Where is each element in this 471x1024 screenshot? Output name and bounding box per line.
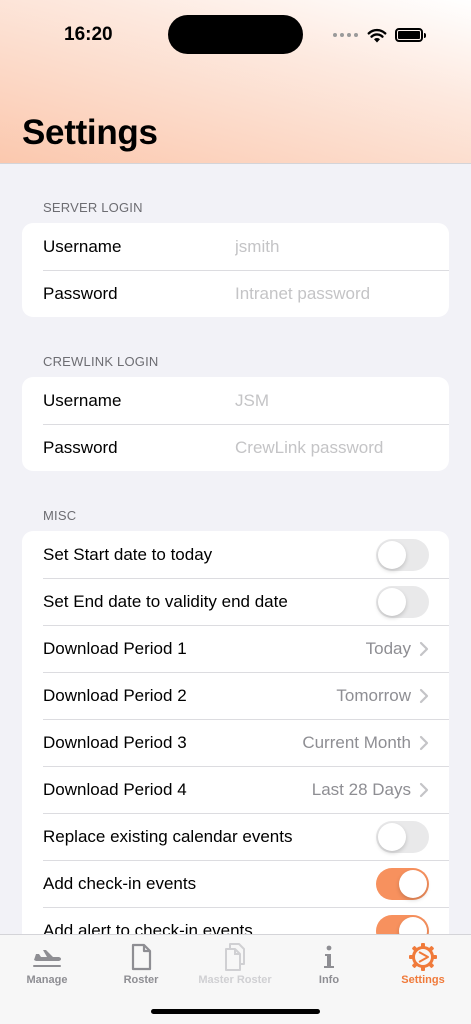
settings-list[interactable]: SERVER LOGIN Username Password CREWLINK … [0,165,471,934]
server-login-group: Username Password [22,223,449,317]
page-title: Settings [22,113,158,152]
add-checkin-events-row[interactable]: Add check-in events [22,860,449,907]
end-date-validity-toggle[interactable] [376,585,429,618]
crewlink-username-row[interactable]: Username [22,377,449,424]
dynamic-island [168,15,303,54]
misc-group: Set Start date to today Set End date to … [22,531,449,934]
tab-info-label: Info [318,974,340,986]
tab-manage-label: Manage [26,974,68,986]
documents-icon [225,943,245,971]
add-checkin-alert-toggle[interactable] [376,914,429,934]
section-header-server-login: SERVER LOGIN [43,200,143,215]
add-checkin-events-label: Add check-in events [43,873,197,893]
download-period-1-label: Download Period 1 [43,638,187,658]
airplane-icon [33,950,61,967]
download-period-1-value: Today [365,638,411,658]
replace-calendar-events-row[interactable]: Replace existing calendar events [22,813,449,860]
server-password-row[interactable]: Password [22,270,449,317]
download-period-2-label: Download Period 2 [43,685,187,705]
replace-calendar-events-toggle[interactable] [376,820,429,853]
server-password-label: Password [43,283,118,303]
tab-info[interactable]: Info [282,935,376,991]
download-period-2-row[interactable]: Download Period 2 Tomorrow [22,672,449,719]
status-indicators [333,24,426,46]
section-header-misc: MISC [43,508,77,523]
add-checkin-events-toggle[interactable] [376,867,429,900]
crewlink-password-row[interactable]: Password [22,424,449,471]
end-date-validity-row[interactable]: Set End date to validity end date [22,578,449,625]
add-checkin-alert-label: Add alert to check-in events [43,920,253,935]
download-period-3-row[interactable]: Download Period 3 Current Month [22,719,449,766]
add-checkin-alert-row[interactable]: Add alert to check-in events [22,907,449,934]
start-date-today-label: Set Start date to today [43,544,213,564]
tab-settings-label: Settings [401,974,445,986]
tab-settings[interactable]: Settings [376,935,470,991]
cellular-signal-icon [333,33,358,37]
download-period-3-value: Current Month [302,732,411,752]
battery-icon [395,28,426,42]
tab-master-roster[interactable]: Master Roster [188,935,282,991]
wifi-icon [367,28,387,42]
download-period-4-label: Download Period 4 [43,779,187,799]
chevron-right-icon [419,782,429,797]
start-date-today-toggle[interactable] [376,538,429,571]
tab-master-roster-label: Master Roster [198,974,272,986]
download-period-4-value: Last 28 Days [311,779,411,799]
chevron-right-icon [419,688,429,703]
crewlink-username-input[interactable] [235,377,439,424]
crewlink-login-group: Username Password [22,377,449,471]
end-date-validity-label: Set End date to validity end date [43,591,288,611]
status-time: 16:20 [64,24,113,45]
download-period-1-row[interactable]: Download Period 1 Today [22,625,449,672]
crewlink-password-input[interactable] [235,424,439,471]
info-icon [324,945,334,968]
document-icon [131,943,152,971]
tab-roster[interactable]: Roster [94,935,188,991]
start-date-today-row[interactable]: Set Start date to today [22,531,449,578]
server-username-input[interactable] [235,223,439,270]
server-username-label: Username [43,236,122,256]
home-indicator[interactable] [151,1009,320,1014]
tab-manage[interactable]: Manage [0,935,94,991]
crewlink-password-label: Password [43,437,118,457]
server-username-row[interactable]: Username [22,223,449,270]
chevron-right-icon [419,641,429,656]
gear-icon [409,943,437,971]
download-period-3-label: Download Period 3 [43,732,187,752]
navigation-header: 16:20 Settings [0,0,471,164]
download-period-4-row[interactable]: Download Period 4 Last 28 Days [22,766,449,813]
crewlink-username-label: Username [43,390,122,410]
tab-roster-label: Roster [123,974,159,986]
server-password-input[interactable] [235,270,439,317]
chevron-right-icon [419,735,429,750]
download-period-2-value: Tomorrow [336,685,411,705]
replace-calendar-events-label: Replace existing calendar events [43,826,293,846]
section-header-crewlink-login: CREWLINK LOGIN [43,354,159,369]
